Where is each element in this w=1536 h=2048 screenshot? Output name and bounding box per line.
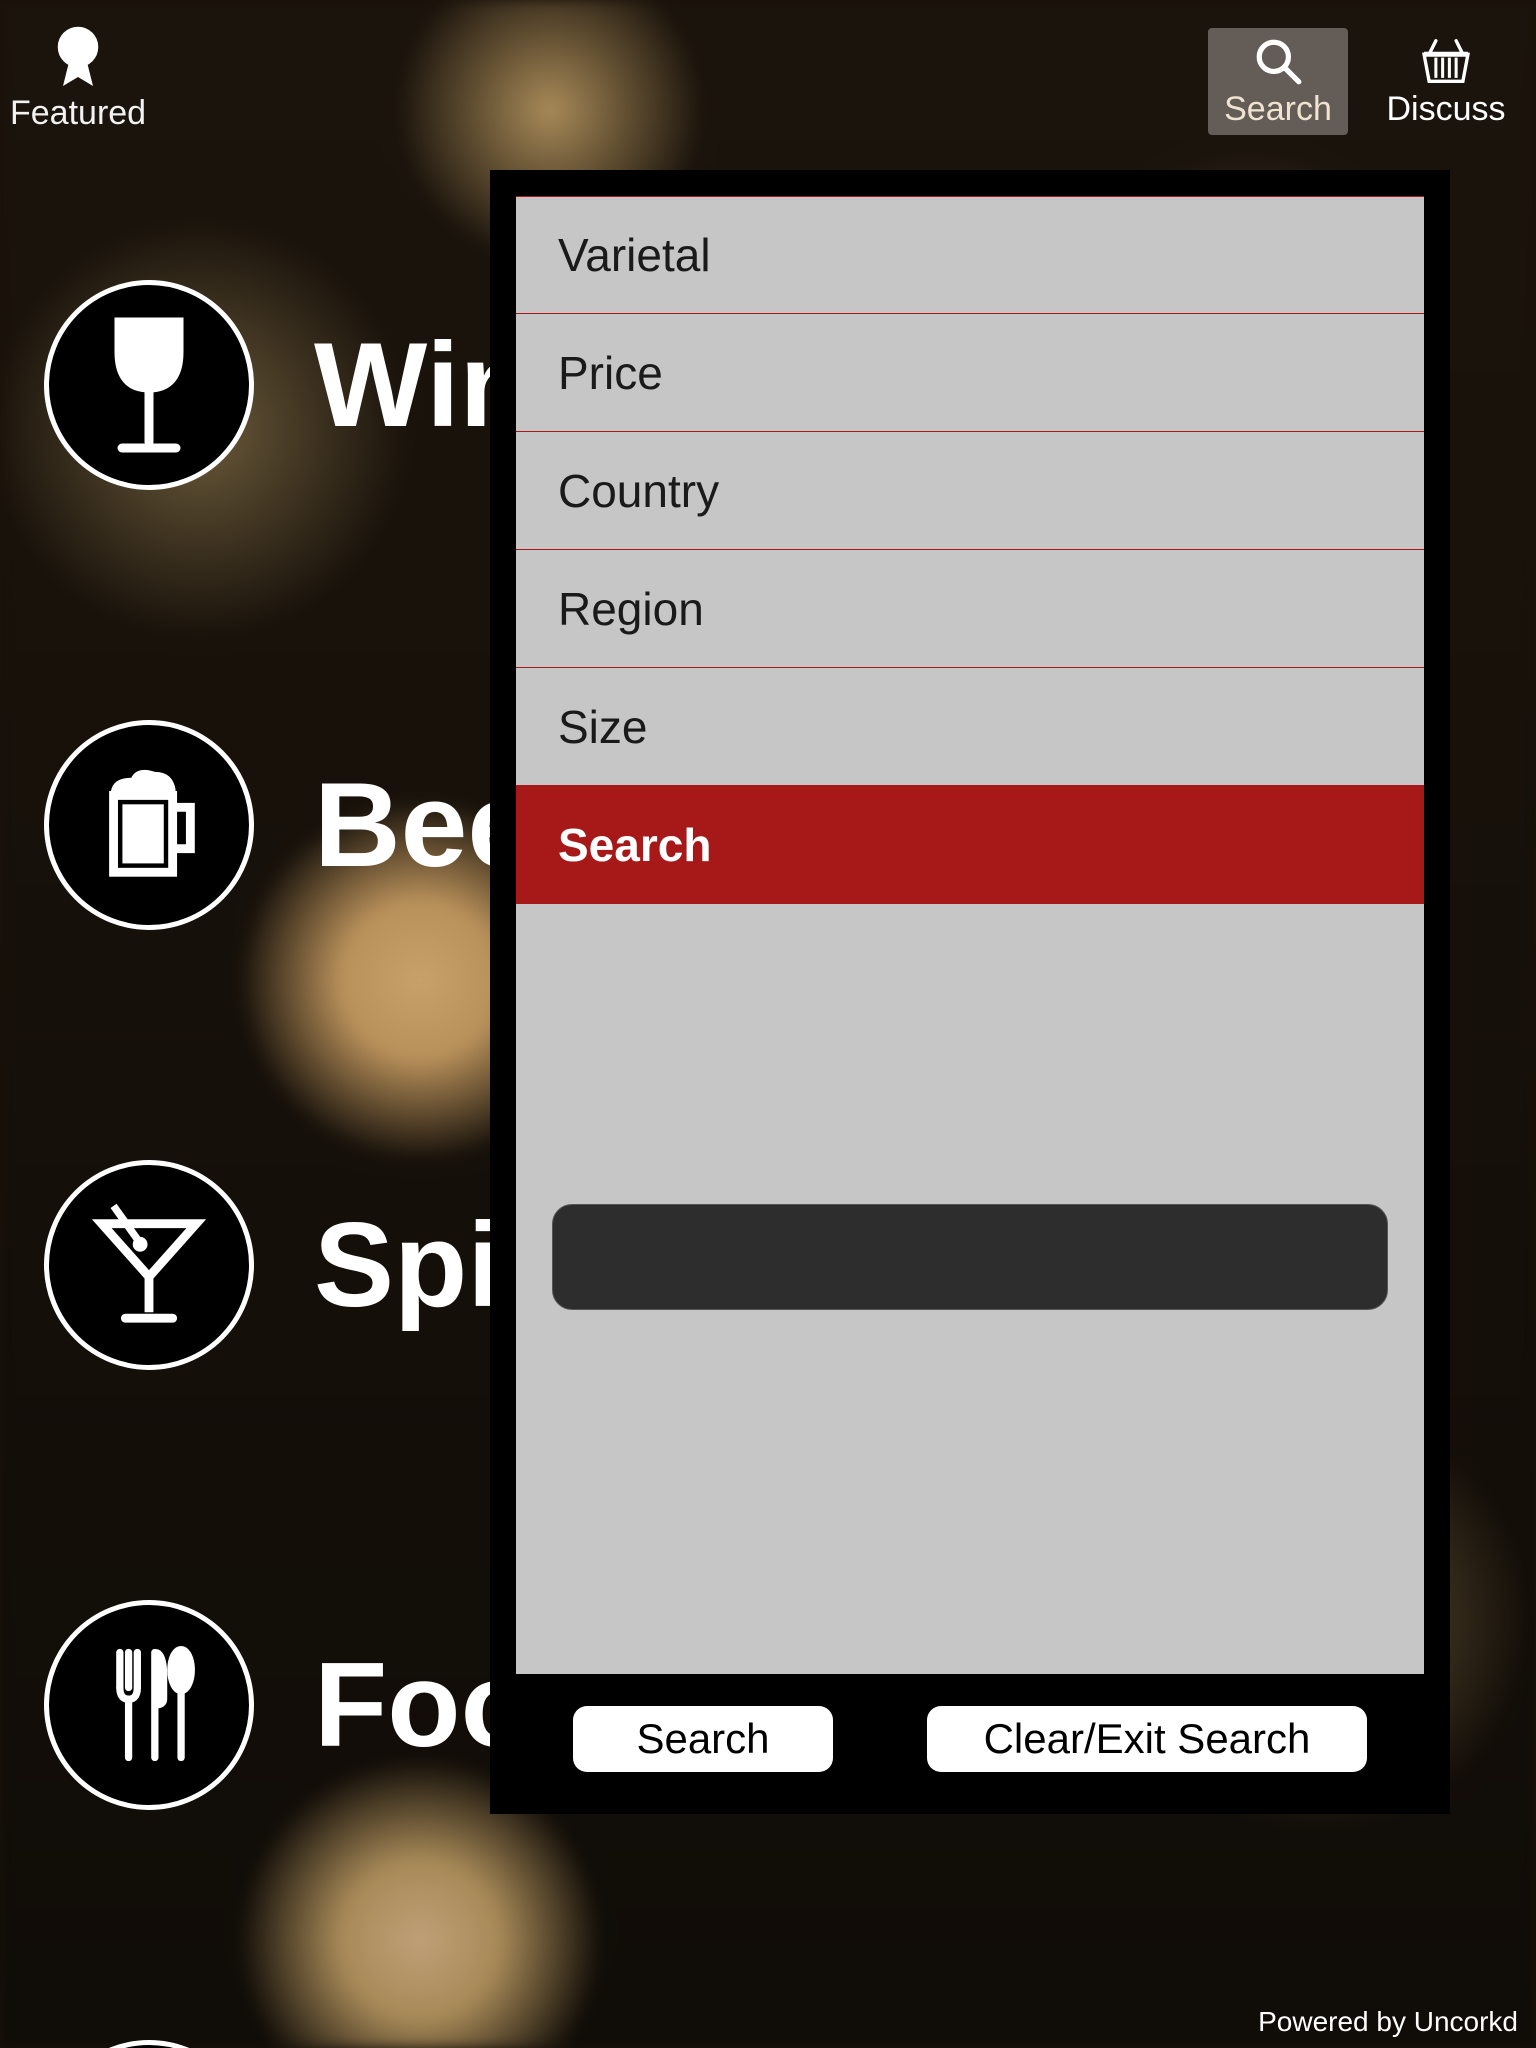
discuss-tool-label: Discuss <box>1386 90 1505 129</box>
search-button-row: Search Clear/Exit Search <box>516 1706 1424 1772</box>
filter-item-price[interactable]: Price <box>516 314 1424 432</box>
filter-label: Size <box>558 700 647 754</box>
filter-item-country[interactable]: Country <box>516 432 1424 550</box>
filter-label: Country <box>558 464 719 518</box>
search-button[interactable]: Search <box>573 1706 833 1772</box>
footer-credit: Powered by Uncorkd <box>1258 2006 1518 2038</box>
martini-icon <box>44 1160 254 1370</box>
featured-button[interactable]: Featured <box>10 20 146 133</box>
filter-item-region[interactable]: Region <box>516 550 1424 668</box>
search-detail-area <box>516 904 1424 1674</box>
discuss-tool-button[interactable]: Discuss <box>1376 28 1516 135</box>
basket-icon <box>1419 36 1473 86</box>
utensils-icon <box>44 1600 254 1810</box>
search-icon <box>1253 36 1303 86</box>
top-bar: Featured Search <box>0 0 1536 130</box>
filter-label: Varietal <box>558 228 711 282</box>
search-input[interactable] <box>552 1204 1387 1310</box>
wine-glass-icon <box>44 280 254 490</box>
ribbon-icon <box>42 20 114 92</box>
featured-label: Featured <box>10 94 146 133</box>
clear-exit-search-button[interactable]: Clear/Exit Search <box>927 1706 1367 1772</box>
search-tool-button[interactable]: Search <box>1208 28 1348 135</box>
beer-mug-icon <box>44 720 254 930</box>
filter-item-varietal[interactable]: Varietal <box>516 196 1424 314</box>
top-right-tools: Search Discuss <box>1208 28 1516 135</box>
filter-label: Price <box>558 346 663 400</box>
search-panel: Varietal Price Country Region Size Searc… <box>490 170 1450 1814</box>
filter-label: Search <box>558 818 711 872</box>
filter-item-search[interactable]: Search <box>516 786 1424 904</box>
filter-item-size[interactable]: Size <box>516 668 1424 786</box>
dessert-icon <box>44 2040 254 2048</box>
filter-label: Region <box>558 582 704 636</box>
search-tool-label: Search <box>1224 90 1332 129</box>
menu-item-dessert[interactable]: Dessert Menu <box>44 2040 1101 2048</box>
